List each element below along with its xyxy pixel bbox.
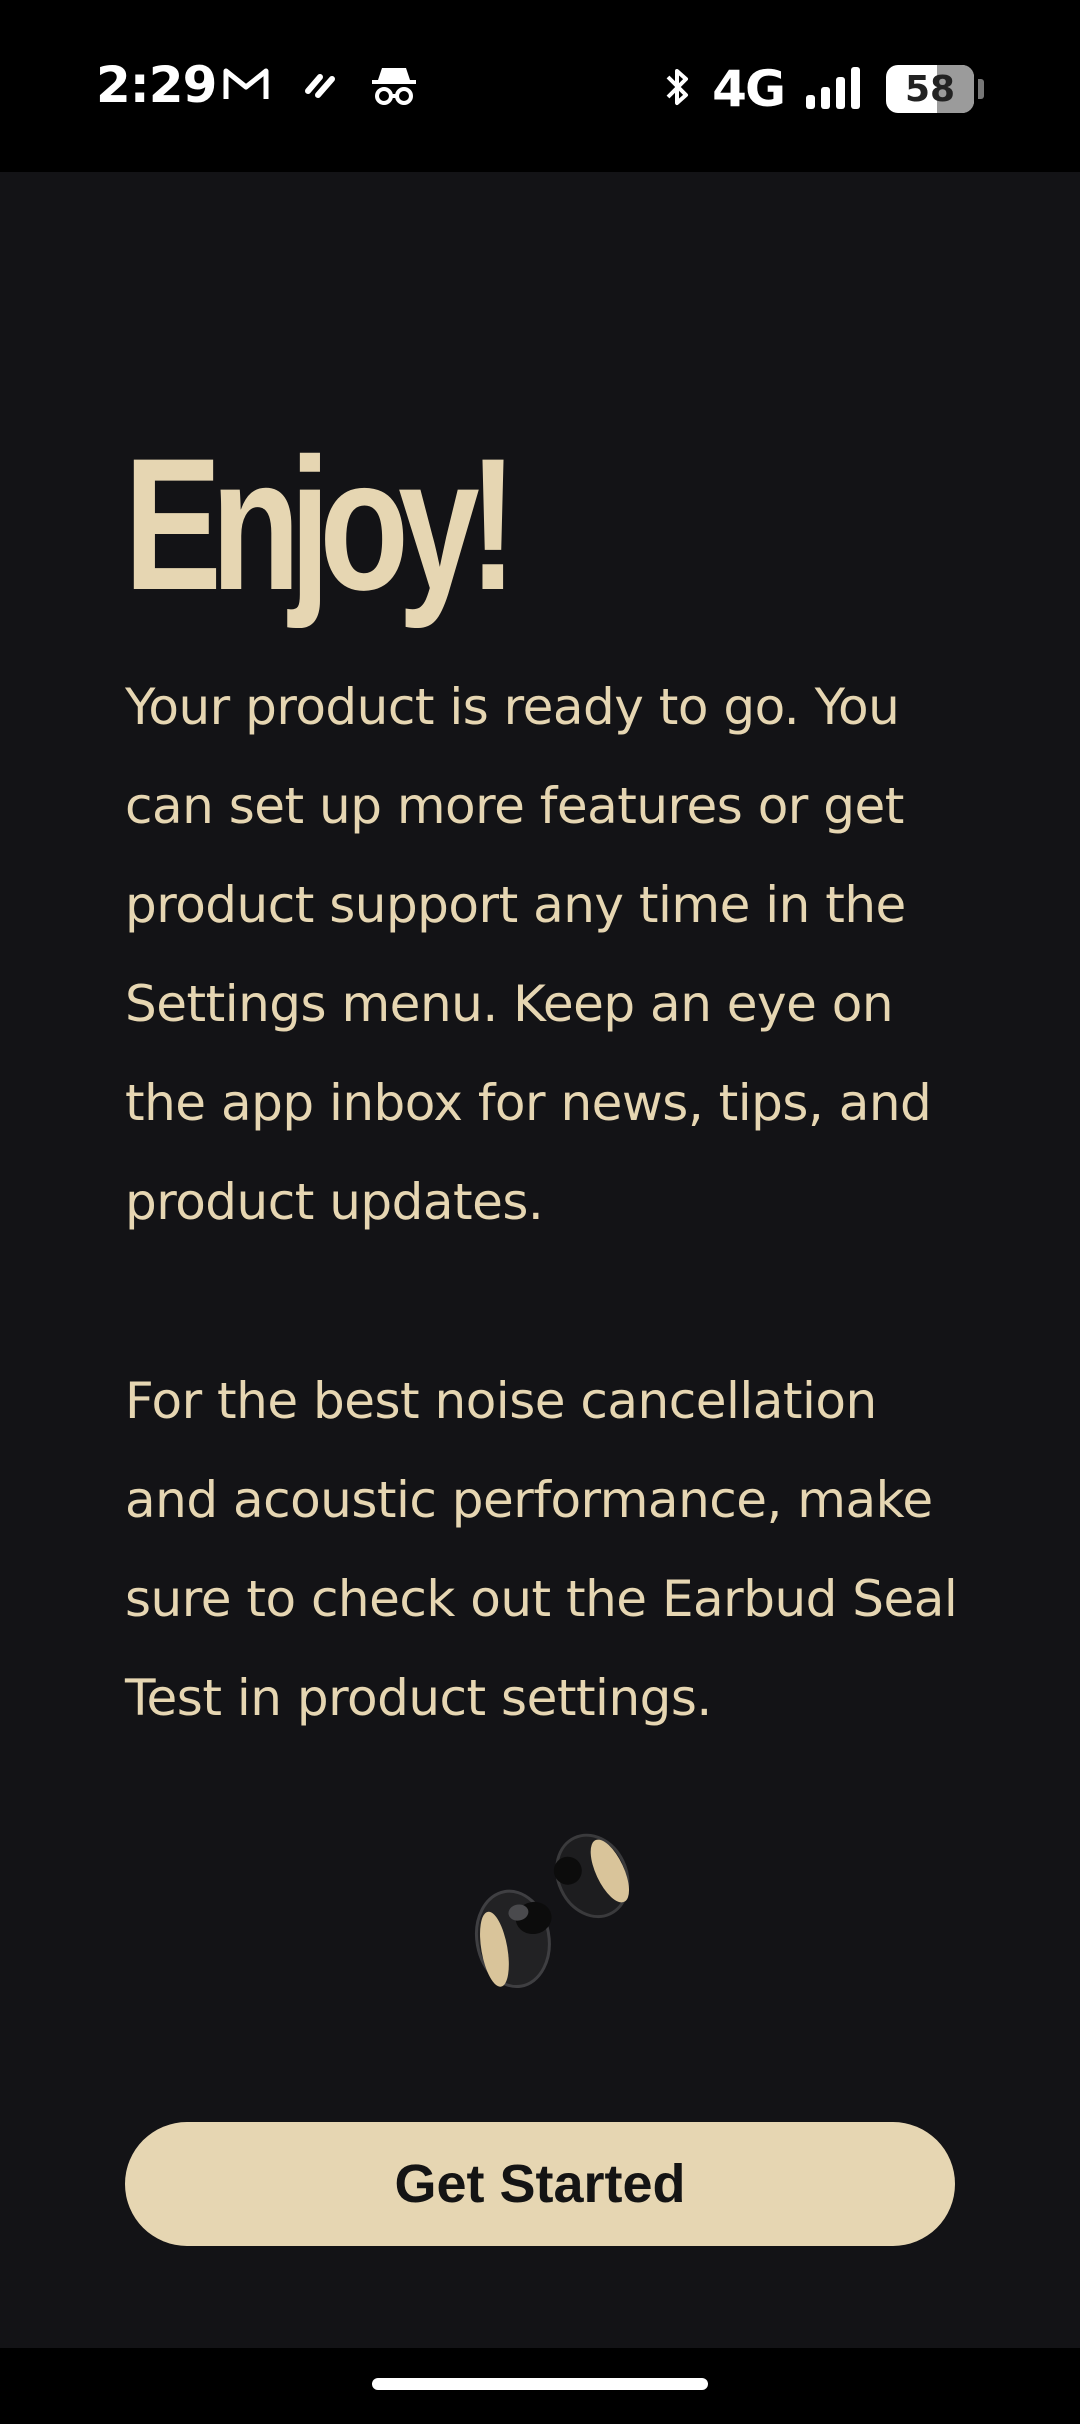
earbuds-image [452, 1832, 632, 2012]
gmail-icon [222, 65, 270, 108]
system-status: 4G 58 [662, 60, 984, 118]
bluetooth-icon [662, 65, 692, 114]
seal-test-paragraph: For the best noise cancellation and acou… [125, 1372, 958, 1727]
page-title: Enjoy! [124, 419, 517, 629]
network-type: 4G [712, 60, 786, 118]
app-notification-icon [300, 65, 340, 108]
home-indicator[interactable] [372, 2378, 708, 2390]
get-started-button[interactable]: Get Started [125, 2122, 955, 2246]
battery-tip [978, 79, 984, 99]
signal-icon [804, 65, 866, 114]
status-time: 2:29 [96, 56, 217, 114]
intro-paragraph: Your product is ready to go. You can set… [125, 678, 932, 1231]
onboarding-complete-screen: Enjoy! Your product is ready to go. You … [0, 172, 1080, 2348]
battery-level: 58 [904, 68, 956, 110]
status-bar: 2:29 4G 58 [0, 0, 1080, 172]
battery-icon: 58 [886, 65, 974, 113]
navigation-bar [0, 2348, 1080, 2424]
notification-icons [222, 62, 418, 111]
incognito-icon [370, 62, 418, 111]
get-started-label: Get Started [394, 2154, 686, 2214]
